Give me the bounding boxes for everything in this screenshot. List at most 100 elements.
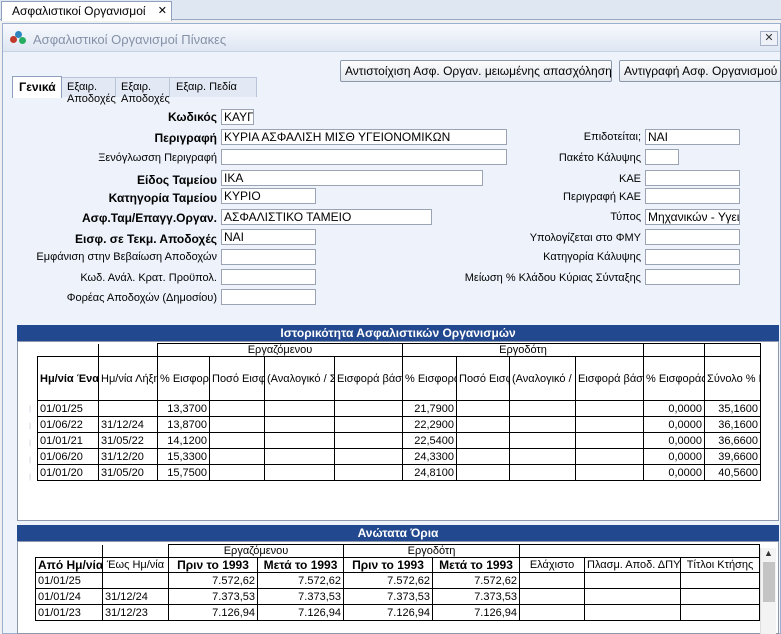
- history-row[interactable]: 01/06/20 31/12/20 15,3300 24,3300 0,0000 39,6…: [37, 448, 762, 465]
- history-cell[interactable]: 31/05/20: [98, 464, 158, 481]
- history-cell[interactable]: [264, 400, 335, 417]
- history-cell[interactable]: 24,3300: [402, 448, 457, 465]
- history-cell[interactable]: 31/12/20: [98, 448, 158, 465]
- history-cell[interactable]: [509, 416, 576, 433]
- history-cell[interactable]: 13,3700: [157, 400, 210, 417]
- limits-cell[interactable]: 7.572,62: [168, 572, 258, 589]
- history-cell[interactable]: 0,0000: [643, 464, 706, 481]
- field-input[interactable]: [645, 269, 740, 285]
- limits-cell[interactable]: 7.126,94: [257, 604, 344, 621]
- field-input[interactable]: [645, 170, 740, 186]
- history-cell[interactable]: 39,6600: [704, 448, 762, 465]
- history-cell[interactable]: 15,7500: [157, 464, 210, 481]
- limits-cell[interactable]: 7.572,62: [257, 572, 344, 589]
- history-cell[interactable]: 01/01/25: [37, 400, 99, 417]
- limits-cell[interactable]: [519, 572, 586, 589]
- history-row[interactable]: 01/01/20 31/05/20 15,7500 24,8100 0,0000 40,5…: [37, 464, 762, 481]
- history-cell[interactable]: 01/06/22: [37, 416, 99, 433]
- close-icon[interactable]: ✕: [158, 4, 167, 17]
- history-cell[interactable]: 14,1200: [157, 432, 210, 449]
- history-cell[interactable]: 31/12/24: [98, 416, 158, 433]
- history-cell[interactable]: [456, 448, 510, 465]
- history-cell[interactable]: 0,0000: [643, 448, 706, 465]
- field-input[interactable]: [221, 269, 316, 285]
- history-cell[interactable]: [574, 448, 645, 465]
- history-cell[interactable]: [209, 464, 265, 481]
- scroll-up-icon[interactable]: ▲: [764, 548, 773, 558]
- history-cell[interactable]: [574, 416, 645, 433]
- limits-cell[interactable]: 01/01/23: [35, 604, 103, 621]
- limits-cell[interactable]: [680, 604, 761, 621]
- copy-insurance-org-button[interactable]: Αντιγραφή Ασφ. Οργανισμού: [619, 60, 781, 82]
- limits-cell[interactable]: 7.572,62: [343, 572, 433, 589]
- window-close-button[interactable]: ✕: [760, 31, 778, 46]
- history-cell[interactable]: 01/06/20: [37, 448, 99, 465]
- history-cell[interactable]: [509, 432, 576, 449]
- limits-cell[interactable]: 31/12/24: [102, 588, 169, 605]
- history-cell[interactable]: [509, 448, 576, 465]
- limits-cell[interactable]: 7.373,53: [343, 588, 433, 605]
- field-input[interactable]: ΚΑΥΓ: [221, 109, 254, 125]
- history-cell[interactable]: [334, 400, 403, 417]
- history-cell[interactable]: [456, 416, 510, 433]
- history-cell[interactable]: 31/05/22: [98, 432, 158, 449]
- limits-cell[interactable]: 7.126,94: [343, 604, 433, 621]
- field-input[interactable]: [645, 229, 740, 245]
- history-cell[interactable]: 40,5600: [704, 464, 762, 481]
- history-cell[interactable]: 35,1600: [704, 400, 762, 417]
- limits-cell[interactable]: 7.572,62: [431, 572, 521, 589]
- history-cell[interactable]: 0,0000: [643, 432, 706, 449]
- history-cell[interactable]: [456, 464, 510, 481]
- history-cell[interactable]: [456, 432, 510, 449]
- history-cell[interactable]: [574, 464, 645, 481]
- limits-cell[interactable]: 7.126,94: [431, 604, 521, 621]
- field-input[interactable]: Μηχανικών - Υγειο: [645, 209, 740, 225]
- history-cell[interactable]: 21,7900: [402, 400, 457, 417]
- history-cell[interactable]: [209, 432, 265, 449]
- tab-excluded-earnings[interactable]: Εξαιρ. Αποδοχές: [60, 77, 116, 105]
- history-cell[interactable]: [264, 464, 335, 481]
- field-input[interactable]: [221, 249, 316, 265]
- history-cell[interactable]: 22,2900: [402, 416, 457, 433]
- limits-cell[interactable]: [680, 588, 761, 605]
- limits-cell[interactable]: 01/01/24: [35, 588, 103, 605]
- history-cell[interactable]: [509, 400, 576, 417]
- tab-general[interactable]: Γενικά: [12, 76, 62, 98]
- limits-cell[interactable]: 01/01/25: [35, 572, 103, 589]
- history-row[interactable]: 01/06/22 31/12/24 13,8700 22,2900 0,0000 36,1…: [37, 416, 762, 433]
- history-cell[interactable]: [334, 416, 403, 433]
- history-cell[interactable]: 15,3300: [157, 448, 210, 465]
- limits-cell[interactable]: 31/12/23: [102, 604, 169, 621]
- history-cell[interactable]: [334, 464, 403, 481]
- limits-cell[interactable]: [680, 572, 761, 589]
- document-tab[interactable]: Ασφαλιστικοί Οργανισμοί ✕: [1, 1, 172, 21]
- history-cell[interactable]: [334, 432, 403, 449]
- history-cell[interactable]: 13,8700: [157, 416, 210, 433]
- history-cell[interactable]: 36,1600: [704, 416, 762, 433]
- field-input[interactable]: [221, 149, 507, 165]
- field-input[interactable]: ΚΥΡΙΟ: [221, 188, 316, 204]
- field-input[interactable]: ΙΚΑ: [221, 170, 483, 186]
- limits-cell[interactable]: [519, 588, 586, 605]
- field-input[interactable]: [645, 149, 679, 165]
- limits-cell[interactable]: [584, 588, 682, 605]
- match-reduced-employment-button[interactable]: Αντιστοίχιση Ασφ. Οργαν. μειωμένης απασχ…: [340, 60, 612, 82]
- field-input[interactable]: [221, 289, 316, 305]
- tab-excluded-fields[interactable]: Εξαιρ. Πεδία: [169, 77, 257, 97]
- history-row[interactable]: 01/01/25 13,3700 21,7900 0,0000 35,1600: [37, 400, 762, 417]
- limits-cell[interactable]: 7.373,53: [431, 588, 521, 605]
- history-cell[interactable]: [264, 448, 335, 465]
- history-cell[interactable]: 22,5400: [402, 432, 457, 449]
- field-input[interactable]: ΑΣΦΑΛΙΣΤΙΚΟ ΤΑΜΕΙΟ: [221, 209, 432, 225]
- field-input[interactable]: ΝΑΙ: [221, 229, 316, 245]
- history-cell[interactable]: 24,8100: [402, 464, 457, 481]
- limits-row[interactable]: 01/01/23 31/12/23 7.126,94 7.126,94 7.126,94…: [35, 604, 761, 621]
- history-cell[interactable]: [509, 464, 576, 481]
- history-cell[interactable]: 01/01/21: [37, 432, 99, 449]
- history-cell[interactable]: 0,0000: [643, 416, 706, 433]
- limits-row[interactable]: 01/01/24 31/12/24 7.373,53 7.373,53 7.373,53…: [35, 588, 761, 605]
- history-cell[interactable]: [209, 400, 265, 417]
- limits-row[interactable]: 01/01/25 7.572,62 7.572,62 7.572,62 7.572,62: [35, 572, 761, 589]
- history-cell[interactable]: [209, 448, 265, 465]
- history-cell[interactable]: 01/01/20: [37, 464, 99, 481]
